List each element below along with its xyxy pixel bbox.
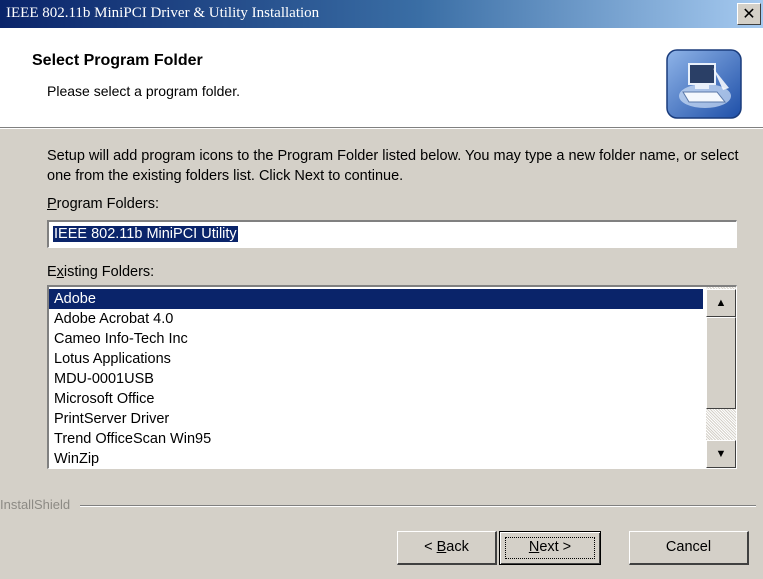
program-folders-label: Program Folders:: [47, 196, 160, 212]
header-panel: Select Program Folder Please select a pr…: [0, 28, 763, 129]
scroll-thumb[interactable]: [706, 317, 736, 409]
existing-folders-label: Existing Folders:: [47, 264, 155, 280]
scroll-up-button[interactable]: ▲: [706, 289, 736, 317]
folder-list-item[interactable]: PrintServer Driver: [49, 409, 703, 429]
page-title: Select Program Folder: [32, 52, 203, 69]
folder-list-item[interactable]: MDU-0001USB: [49, 369, 703, 389]
existing-folders-list[interactable]: Adobe Adobe Acrobat 4.0 Cameo Info-Tech In…: [47, 285, 737, 469]
vertical-scrollbar[interactable]: ▲ ▼: [706, 287, 736, 468]
folder-list-item[interactable]: Microsoft Office: [49, 389, 703, 409]
folder-list-item[interactable]: Adobe: [49, 289, 703, 309]
computer-setup-icon: [666, 49, 742, 119]
folder-list-item[interactable]: Cameo Info-Tech Inc: [49, 329, 703, 349]
folder-list-item[interactable]: Trend OfficeScan Win95: [49, 429, 703, 449]
program-folder-value: IEEE 802.11b MiniPCI Utility: [53, 226, 238, 242]
brand-text: InstallShield: [0, 497, 77, 512]
window-title: IEEE 802.11b MiniPCI Driver & Utility In…: [6, 5, 320, 21]
folder-list-item[interactable]: Adobe Acrobat 4.0: [49, 309, 703, 329]
arrow-up-icon: ▲: [715, 297, 727, 309]
close-icon: ✕: [742, 4, 756, 23]
next-button[interactable]: Next >: [499, 531, 601, 565]
instructions-text: Setup will add program icons to the Prog…: [47, 148, 739, 184]
arrow-down-icon: ▼: [715, 448, 727, 460]
back-button[interactable]: < Back: [397, 531, 497, 565]
page-subtitle: Please select a program folder.: [47, 83, 240, 99]
cancel-button[interactable]: Cancel: [629, 531, 749, 565]
folder-list-item[interactable]: Lotus Applications: [49, 349, 703, 369]
program-folder-input[interactable]: IEEE 802.11b MiniPCI Utility: [47, 220, 737, 248]
close-button[interactable]: ✕: [737, 3, 761, 25]
title-bar: IEEE 802.11b MiniPCI Driver & Utility In…: [0, 0, 763, 28]
scroll-down-button[interactable]: ▼: [706, 440, 736, 468]
folder-list-item[interactable]: WinZip: [49, 449, 703, 468]
installshield-branding: InstallShield: [0, 497, 763, 513]
